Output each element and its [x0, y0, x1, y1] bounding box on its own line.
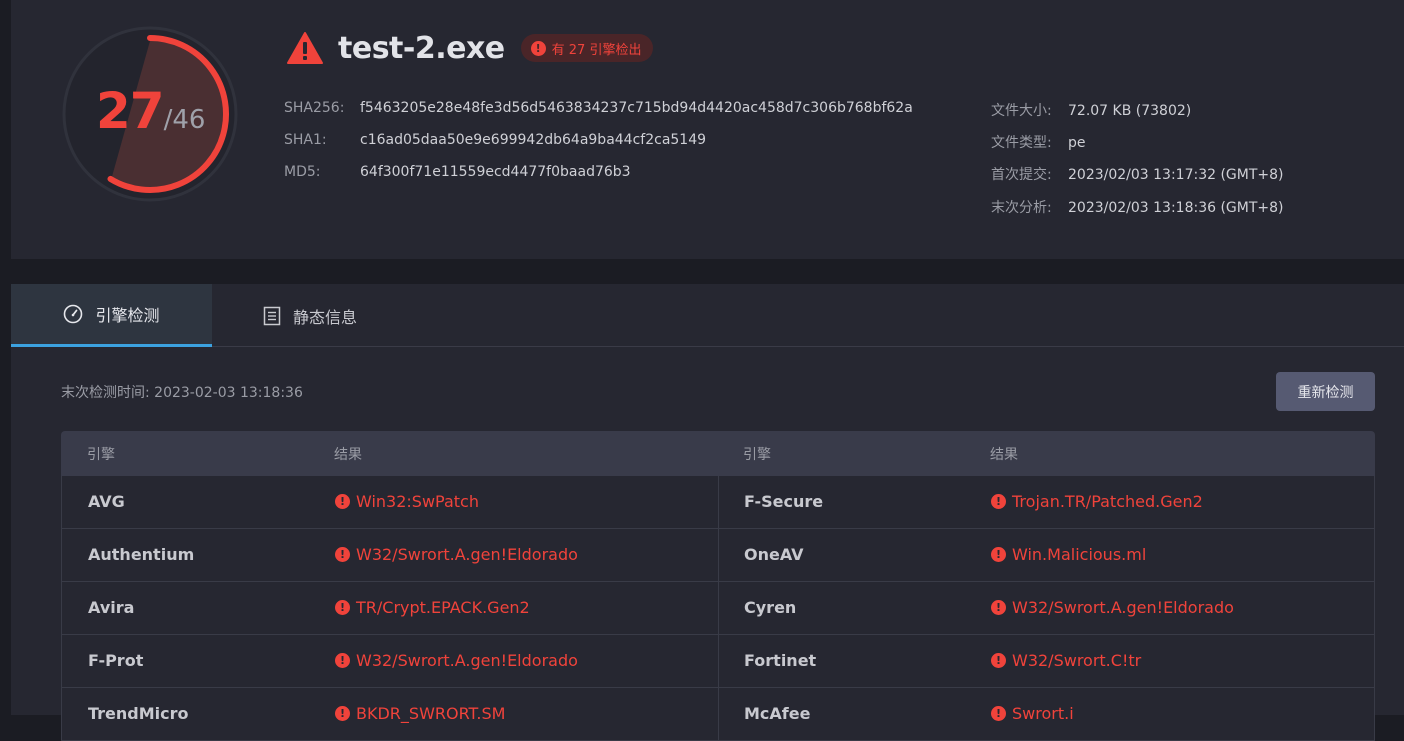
- file-title-row: test-2.exe ! 有 27 引擎检出: [286, 28, 654, 68]
- hash-label: SHA1:: [284, 132, 327, 148]
- detection-gauge: 27/46: [60, 24, 240, 204]
- meta-value: 2023/02/03 13:18:36 (GMT+8): [1068, 200, 1284, 216]
- detection-result: ! TR/Crypt.EPACK.Gen2: [335, 598, 530, 617]
- detected-count: 27: [96, 82, 165, 140]
- alert-circle-icon: !: [335, 653, 350, 668]
- column-header-result: 结果: [990, 447, 1018, 463]
- table-body: AVG! Win32:SwPatch F-Secure! Trojan.TR/Patc…: [61, 476, 1375, 741]
- hash-label: SHA256:: [284, 100, 345, 116]
- alert-circle-icon: !: [991, 494, 1006, 509]
- alert-circle-icon: !: [530, 40, 546, 56]
- rescan-button[interactable]: 重新检测: [1276, 372, 1375, 411]
- column-header-engine: 引擎: [743, 447, 771, 463]
- alert-circle-icon: !: [335, 547, 350, 562]
- column-divider: [718, 635, 719, 688]
- meta-label: 文件类型:: [991, 135, 1052, 151]
- detection-result: ! W32/Swrort.A.gen!Eldorado: [991, 598, 1234, 617]
- tab-label: 静态信息: [293, 307, 358, 327]
- file-summary-panel: 27/46 test-2.exe ! 有 27 引擎检出 SHA256: f546…: [11, 0, 1404, 259]
- column-divider: [718, 529, 719, 582]
- table-row: Avira! TR/Crypt.EPACK.Gen2 Cyren! W32/Swror…: [61, 582, 1375, 635]
- tab-label: 引擎检测: [95, 306, 160, 325]
- meta-last-analysis: 末次分析: 2023/02/03 13:18:36 (GMT+8): [991, 197, 1284, 217]
- result-label: W32/Swrort.A.gen!Eldorado: [356, 651, 578, 670]
- table-row: AVG! Win32:SwPatch F-Secure! Trojan.TR/Patc…: [61, 476, 1375, 529]
- column-header-result: 结果: [334, 447, 362, 463]
- file-name: test-2.exe: [338, 30, 505, 66]
- alert-circle-icon: !: [335, 706, 350, 721]
- column-header-engine: 引擎: [87, 447, 115, 463]
- engine-name: TrendMicro: [88, 704, 189, 723]
- engine-name: F-Secure: [744, 492, 824, 511]
- result-label: Swrort.i: [1012, 704, 1074, 723]
- detection-result: ! Trojan.TR/Patched.Gen2: [991, 492, 1203, 511]
- meta-label: 文件大小:: [991, 103, 1052, 119]
- table-header: 引擎 结果 引擎 结果: [61, 431, 1375, 476]
- engine-detection-panel: 引擎检测 静态信息 末次检测时间: 2023-02-03 13:18:36 重新…: [11, 284, 1404, 741]
- table-row: Authentium! W32/Swrort.A.gen!Eldorado OneA…: [61, 529, 1375, 582]
- alert-circle-icon: !: [991, 547, 1006, 562]
- column-divider: [718, 476, 719, 529]
- hash-value[interactable]: f5463205e28e48fe3d56d5463834237c715bd94d…: [360, 100, 913, 116]
- meta-file-size: 文件大小: 72.07 KB (73802): [991, 100, 1191, 120]
- detection-result: ! Win.Malicious.ml: [991, 545, 1146, 564]
- detection-result: ! Swrort.i: [991, 704, 1074, 723]
- result-label: Win.Malicious.ml: [1012, 545, 1147, 564]
- hash-sha1: SHA1: c16ad05daa50e9e699942db64a9ba44cf2c…: [284, 132, 706, 148]
- gauge-icon: [64, 304, 83, 324]
- result-label: Win32:SwPatch: [356, 492, 479, 511]
- alert-circle-icon: !: [991, 653, 1006, 668]
- detection-result: ! W32/Swrort.C!tr: [991, 651, 1141, 670]
- detection-result: ! BKDR_SWRORT.SM: [335, 704, 505, 723]
- alert-circle-icon: !: [991, 600, 1006, 615]
- alert-circle-icon: !: [335, 494, 350, 509]
- meta-label: 首次提交:: [991, 167, 1052, 183]
- meta-value: pe: [1068, 135, 1086, 151]
- engine-name: OneAV: [744, 545, 804, 564]
- last-scan-time: 末次检测时间: 2023-02-03 13:18:36: [61, 385, 303, 401]
- detection-badge: ! 有 27 引擎检出: [520, 34, 654, 62]
- column-divider: [718, 582, 719, 635]
- engine-results-table: 引擎 结果 引擎 结果 AVG! Win32:SwPatch F-Secure! Tr…: [61, 431, 1375, 741]
- alert-circle-icon: !: [335, 600, 350, 615]
- table-row: F-Prot! W32/Swrort.A.gen!Eldorado Fortinet…: [61, 635, 1375, 688]
- detection-badge-label: 有 27 引擎检出: [551, 42, 642, 58]
- hash-label: MD5:: [284, 164, 321, 180]
- result-label: Trojan.TR/Patched.Gen2: [1012, 492, 1203, 511]
- meta-value: 2023/02/03 13:17:32 (GMT+8): [1068, 167, 1284, 183]
- hash-value[interactable]: 64f300f71e11559ecd4477f0baad76b3: [360, 164, 631, 180]
- engine-name: Cyren: [744, 598, 797, 617]
- result-label: TR/Crypt.EPACK.Gen2: [356, 598, 530, 617]
- result-label: BKDR_SWRORT.SM: [356, 704, 506, 723]
- hash-value[interactable]: c16ad05daa50e9e699942db64a9ba44cf2ca5149: [360, 132, 706, 148]
- engine-name: McAfee: [744, 704, 811, 723]
- detection-result: ! Win32:SwPatch: [335, 492, 479, 511]
- detection-result: ! W32/Swrort.A.gen!Eldorado: [335, 651, 578, 670]
- alert-circle-icon: !: [991, 706, 1006, 721]
- engine-name: AVG: [88, 492, 125, 511]
- engine-name: Fortinet: [744, 651, 817, 670]
- warning-triangle-icon: [287, 32, 323, 64]
- result-label: W32/Swrort.C!tr: [1012, 651, 1142, 670]
- result-label: W32/Swrort.A.gen!Eldorado: [356, 545, 578, 564]
- engine-name: Avira: [88, 598, 135, 617]
- meta-value: 72.07 KB (73802): [1068, 103, 1192, 119]
- detection-score: 27/46: [96, 82, 205, 140]
- meta-file-type: 文件类型: pe: [991, 132, 1086, 152]
- tab-engine-detection[interactable]: 引擎检测: [11, 284, 212, 347]
- detection-result: ! W32/Swrort.A.gen!Eldorado: [335, 545, 578, 564]
- total-engines: /46: [163, 105, 206, 135]
- hash-sha256: SHA256: f5463205e28e48fe3d56d5463834237c7…: [284, 100, 913, 116]
- result-label: W32/Swrort.A.gen!Eldorado: [1012, 598, 1234, 617]
- document-icon: [263, 306, 281, 325]
- engine-name: Authentium: [88, 545, 195, 564]
- hash-md5: MD5: 64f300f71e11559ecd4477f0baad76b3: [284, 164, 631, 180]
- meta-label: 末次分析:: [991, 200, 1052, 216]
- engine-name: F-Prot: [88, 651, 144, 670]
- tab-bar: 引擎检测 静态信息: [11, 284, 1404, 347]
- tab-static-info[interactable]: 静态信息: [263, 284, 393, 347]
- meta-first-submit: 首次提交: 2023/02/03 13:17:32 (GMT+8): [991, 164, 1284, 184]
